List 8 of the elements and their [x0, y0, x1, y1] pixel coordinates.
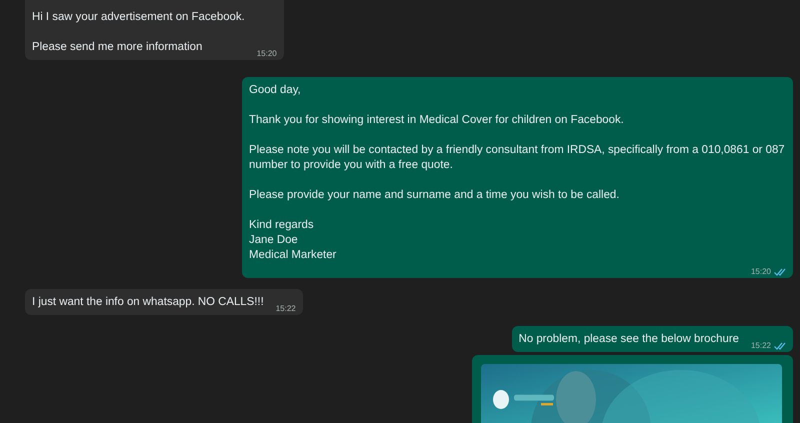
message-time: 15:22: [750, 341, 771, 351]
message-text: I just want the info on whatsapp. NO CALLS!!!: [32, 295, 264, 310]
message-time: 15:22: [276, 304, 296, 314]
message-time: 15:20: [256, 49, 277, 59]
message-time: 15:20: [750, 267, 771, 277]
message-text: Hi I saw your advertisement on Facebook. Please send me more information: [32, 10, 245, 55]
message-text: No problem, please see the below brochure: [518, 332, 739, 347]
message-text: Good day, Thank you for showing interest in Medical Cover for children on Facebook. Please note you will be contacted by a friendly consultant from IRDSA, specifically from a 010,0861 or 087 number to provide you with a free quote. Please provide your name and surname and a time you wish to be called. Kind regards Jane Doe Medical Marketer: [249, 83, 786, 263]
